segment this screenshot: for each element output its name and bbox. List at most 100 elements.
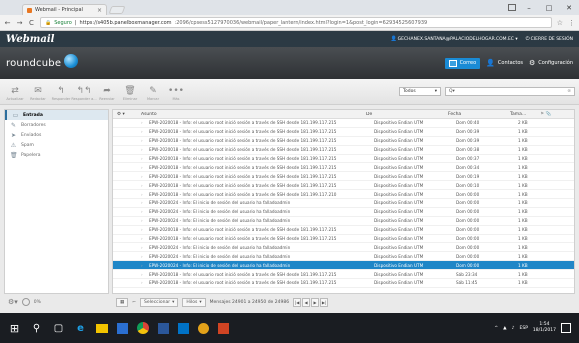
close-window-button[interactable]: ✕ — [559, 0, 579, 15]
profile-icon[interactable] — [505, 0, 519, 15]
reload-icon[interactable]: C — [28, 19, 35, 27]
message-row[interactable]: › EPW-2020018 - Info: el usuario root ini… — [113, 172, 574, 182]
message-row[interactable]: › EPW-2020024 - Info: El inicio de sesión… — [113, 199, 574, 208]
edge-icon[interactable]: e — [74, 322, 87, 335]
reply-all-button[interactable]: ↰↰ Responder a... — [71, 86, 96, 101]
message-row[interactable]: › EPW-2020018 - Info: el usuario root ini… — [113, 181, 574, 191]
clear-search-icon[interactable]: ⊗ — [567, 89, 571, 94]
message-row[interactable]: › EPW-2020018 - Info: el usuario root ini… — [113, 190, 574, 200]
message-size: 1 KB — [518, 218, 528, 224]
nav-mail[interactable]: Correo — [444, 57, 481, 69]
message-size: 1 KB — [518, 262, 528, 268]
clock[interactable]: 1:54 18/1/2017 — [533, 322, 556, 334]
tray-chevron-icon[interactable]: ^ — [494, 326, 498, 331]
chrome-icon[interactable] — [137, 322, 149, 334]
message-row[interactable]: › EPW-2020024 - Info: El inicio de sesión… — [113, 208, 574, 217]
search-input[interactable]: Q▾ ⊗ — [445, 87, 575, 96]
message-date: Dom 00:37 — [456, 156, 480, 161]
forward-button[interactable]: ➦ Reenviar — [96, 86, 118, 101]
threads-button[interactable]: Hilos ▾ — [182, 297, 206, 307]
search-icon[interactable]: ⚲ — [30, 322, 43, 335]
mark-button[interactable]: ✎ Marcar — [142, 86, 164, 101]
notifications-icon[interactable] — [561, 323, 571, 333]
account-menu[interactable]: 👤GECHANEX.SANTANA@PALACIODELHOGAR.COM.EC… — [390, 36, 517, 42]
first-page-button[interactable]: |◀ — [293, 297, 302, 307]
message-row[interactable]: › EPW-2020018 - Info: el usuario root ini… — [113, 137, 574, 146]
task-view-icon[interactable]: ▢ — [52, 322, 65, 335]
delete-button[interactable]: 🗑 Eliminar — [119, 86, 141, 101]
network-icon[interactable]: ▲ — [503, 326, 506, 331]
forward-icon[interactable]: → — [16, 19, 23, 27]
message-row[interactable]: › EPW-2020018 - Info: el usuario root ini… — [113, 146, 574, 155]
message-row[interactable]: › EPW-2020018 - Info: el usuario root ini… — [113, 279, 574, 288]
minimize-button[interactable]: – — [519, 0, 539, 15]
reply-button[interactable]: ↰ Responder — [50, 86, 72, 101]
maximize-button[interactable]: □ — [539, 0, 559, 15]
sidebar-footer: ⚙▾ 0% — [4, 295, 109, 309]
column-from[interactable]: De — [366, 112, 448, 117]
volume-icon[interactable]: ♪ — [512, 326, 515, 331]
folder-trash[interactable]: 🗑 Papelera — [5, 150, 108, 160]
refresh-button[interactable]: ⇄ Actualizar — [4, 86, 26, 101]
nav-mail-label: Correo — [459, 60, 477, 66]
message-row[interactable]: › EPW-2020018 - Info: el usuario root ini… — [113, 155, 574, 164]
store-icon[interactable] — [117, 322, 128, 334]
close-tab-icon[interactable]: × — [97, 7, 102, 14]
nav-settings[interactable]: ⚙ Configuración — [529, 59, 573, 67]
filter-select[interactable]: Todos ▾ — [399, 87, 441, 96]
list-options-icon[interactable]: ⚙ ▾ — [113, 112, 141, 117]
message-from: Dispositivo Endian UTM — [374, 129, 424, 135]
app-icon[interactable] — [198, 322, 209, 334]
file-explorer-icon[interactable] — [96, 323, 108, 333]
powerpoint-icon[interactable] — [218, 322, 229, 334]
message-row[interactable]: › EPW-2020018 - Info: el usuario root ini… — [113, 163, 574, 173]
new-tab-button[interactable] — [108, 6, 126, 14]
prev-page-button[interactable]: ◀ — [302, 297, 311, 307]
preview-toggle-icon[interactable]: ⌐ — [132, 300, 136, 305]
windows-start-icon[interactable]: ⊞ — [8, 322, 21, 335]
folder-sent[interactable]: ➤ Enviados — [5, 130, 108, 140]
webmail-logo[interactable]: Webmail — [6, 34, 54, 45]
word-icon[interactable] — [158, 322, 169, 334]
message-row[interactable]: › EPW-2020018 - Info: el usuario root ini… — [113, 226, 574, 235]
browser-tab[interactable]: Webmail - Principal × — [22, 4, 107, 15]
message-row[interactable]: › EPW-2020024 - Info: El inicio de sesión… — [113, 252, 574, 262]
more-button[interactable]: ••• Más — [165, 86, 187, 101]
column-date[interactable]: Fecha — [448, 112, 510, 117]
language-indicator[interactable]: ESP — [520, 326, 528, 331]
account-email: GECHANEX.SANTANA@PALACIODELHOGAR.COM.EC — [397, 37, 514, 42]
back-icon[interactable]: ← — [4, 19, 11, 27]
webmail-header: Webmail 👤GECHANEX.SANTANA@PALACIODELHOGA… — [0, 31, 579, 47]
list-view-icon[interactable]: ▦ — [116, 297, 129, 307]
search-options[interactable]: Q▾ — [449, 89, 455, 94]
column-size[interactable]: Tama... — [510, 112, 540, 117]
message-row[interactable]: › EPW-2020018 - Info: el usuario root ini… — [113, 270, 574, 280]
column-subject[interactable]: Asunto — [141, 112, 366, 117]
url-field[interactable]: 🔒 Seguro | https://s405b.panelboxmanager… — [40, 17, 552, 28]
browser-menu-icon[interactable]: ⋮ — [568, 19, 575, 27]
select-button[interactable]: Seleccionar ▾ — [140, 297, 179, 307]
thread-toggle-icon: › — [141, 120, 143, 126]
nav-contacts[interactable]: 👤 Contactos — [486, 59, 523, 67]
folder-settings-icon[interactable]: ⚙▾ — [8, 298, 18, 306]
forward-icon: ➦ — [103, 86, 111, 96]
folder-drafts[interactable]: ✎ Borradores — [5, 120, 108, 130]
bookmark-star-icon[interactable]: ☆ — [557, 19, 563, 27]
logout-button[interactable]: ⏻CIERRE DE SESIÓN — [526, 36, 573, 42]
message-row[interactable]: › EPW-2020018 - Info: el usuario root ini… — [113, 235, 574, 244]
folder-inbox[interactable]: ▭ Entrada — [5, 110, 108, 120]
message-from: Dispositivo Endian UTM — [374, 218, 424, 224]
message-row[interactable]: › EPW-2020024 - Info: El inicio de sesión… — [113, 261, 574, 271]
next-page-button[interactable]: ▶ — [311, 297, 320, 307]
last-page-button[interactable]: ▶| — [320, 297, 329, 307]
message-row[interactable]: › EPW-2020024 - Info: El inicio de sesión… — [113, 217, 574, 226]
clock-date: 18/1/2017 — [532, 328, 556, 333]
folder-spam[interactable]: ⚠ Spam — [5, 140, 108, 150]
compose-button[interactable]: ✉ Redactar — [27, 86, 49, 101]
message-row[interactable]: › EPW-2020024 - Info: El inicio de sesión… — [113, 243, 574, 253]
compose-label: Redactar — [30, 97, 46, 101]
message-date: Sáb 11:45 — [456, 280, 478, 286]
outlook-icon[interactable] — [178, 322, 189, 334]
message-row[interactable]: › EPW-2020018 - Info: el usuario root ini… — [113, 119, 574, 128]
message-row[interactable]: › EPW-2020018 - Info: el usuario root ini… — [113, 128, 574, 137]
